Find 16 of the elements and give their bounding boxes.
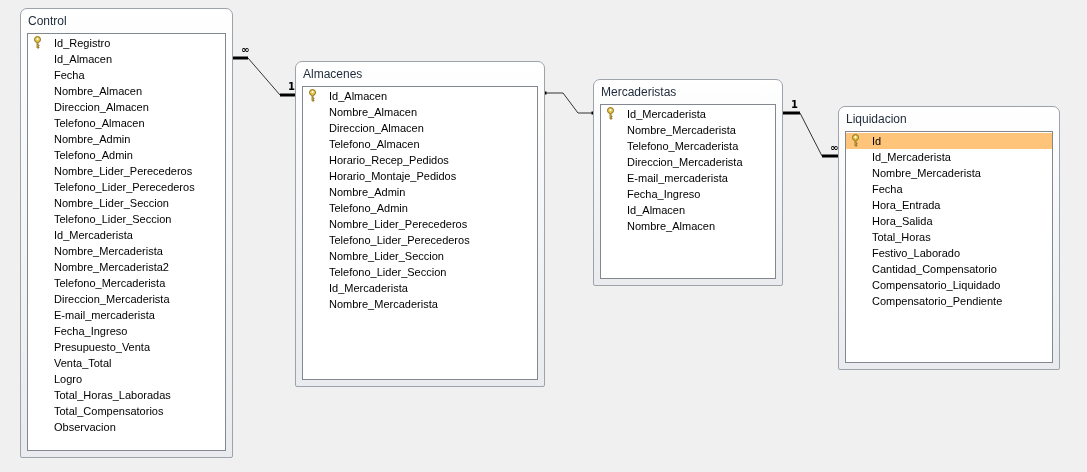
relationship-line [783, 111, 838, 158]
cardinality-label: 1 [791, 99, 798, 110]
key-icon [33, 36, 42, 49]
table-title: Mercaderistas [601, 84, 677, 101]
cardinality-label: 1 [288, 81, 295, 92]
relationship-line [543, 91, 595, 115]
key-icon [606, 107, 615, 120]
table-title: Liquidacion [846, 111, 907, 128]
cardinality-label: ∞ [241, 44, 250, 55]
key-icon [851, 134, 860, 147]
relationship-line [233, 56, 295, 97]
table-title: Control [28, 13, 67, 30]
cardinality-label: ∞ [830, 142, 839, 153]
table-title: Almacenes [303, 66, 363, 83]
field-item[interactable]: Id [846, 133, 1052, 149]
key-icon [308, 89, 317, 102]
